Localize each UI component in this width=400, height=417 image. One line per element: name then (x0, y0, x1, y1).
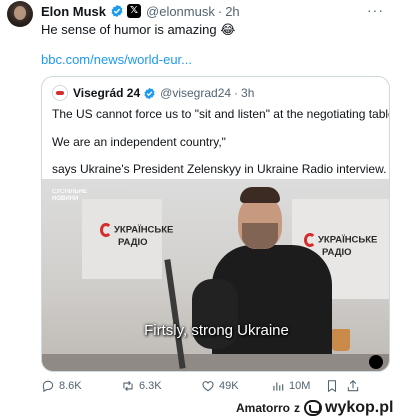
mic-arm (164, 259, 186, 369)
watermark-site: wykop.pl (325, 399, 394, 416)
radio-sign-text: УКРАЇНСЬКЕ (114, 224, 174, 236)
studio-desk (42, 354, 389, 371)
quote-author-handle[interactable]: @visegrad24 (160, 86, 231, 100)
share-icon (347, 380, 359, 392)
bookmark-button[interactable] (325, 379, 343, 393)
like-button[interactable]: 49K (201, 379, 239, 393)
tweet-header: Elon Musk 𝕏 @elonmusk · 2h (41, 2, 240, 20)
tweet: Elon Musk 𝕏 @elonmusk · 2h ··· He sense … (0, 0, 400, 417)
reply-count: 8.6K (59, 380, 82, 392)
radio-logo-icon (100, 223, 112, 237)
timestamp[interactable]: 2h (225, 4, 239, 19)
action-bar: 8.6K 6.3K 49K 10M (41, 379, 391, 395)
speaker-hair (240, 187, 280, 203)
speaker-beard (242, 223, 278, 249)
quote-timestamp[interactable]: 3h (241, 86, 254, 100)
quote-header: Visegrád 24 @visegrad24 · 3h (52, 85, 254, 101)
share-button[interactable] (346, 379, 364, 393)
quote-avatar[interactable] (52, 85, 68, 101)
bookmark-icon (327, 380, 337, 393)
channel-logo: СУСПІЛЬНЕ НОВИНИ (52, 189, 87, 203)
tweet-text: He sense of humor is amazing 😂 (41, 22, 236, 37)
like-icon (202, 381, 214, 392)
watermark-z: z (294, 401, 301, 415)
verified-badge-icon (144, 87, 155, 99)
wykop-logo-icon (304, 400, 323, 416)
tweet-link[interactable]: bbc.com/news/world-eur... (41, 52, 192, 67)
separator: · (234, 86, 239, 100)
video-player[interactable]: СУСПІЛЬНЕ НОВИНИ УКРАЇНСЬКЕ РАДІО УКРАЇН… (42, 179, 389, 371)
repost-icon (123, 380, 133, 392)
watermark-user: Amatorro (236, 401, 291, 415)
channel-logo-line: НОВИНИ (52, 196, 79, 202)
views-count: 10M (289, 380, 311, 392)
quoted-tweet[interactable]: Visegrád 24 @visegrad24 · 3h The US cann… (41, 76, 390, 372)
quote-text-line: We are an independent country," (52, 135, 226, 149)
like-count: 49K (219, 380, 239, 392)
separator: · (217, 3, 223, 19)
channel-logo-line: СУСПІЛЬНЕ (52, 189, 88, 195)
quote-text-line: says Ukraine's President Zelenskyy in Uk… (52, 162, 387, 176)
author-handle[interactable]: @elonmusk (146, 4, 215, 19)
views-icon (273, 382, 284, 391)
video-subtitle: Firtsly, strong Ukraine (144, 322, 289, 339)
author-name[interactable]: Elon Musk (41, 4, 106, 19)
radio-sign-text: РАДІО (118, 237, 148, 248)
quote-text-line: The US cannot force us to "sit and liste… (52, 107, 390, 121)
reply-icon (42, 380, 54, 393)
video-corner-icon[interactable] (369, 355, 383, 369)
repost-count: 6.3K (139, 380, 162, 392)
views-button[interactable]: 10M (271, 379, 310, 393)
repost-button[interactable]: 6.3K (121, 379, 162, 393)
quote-author-name[interactable]: Visegrád 24 (73, 86, 140, 100)
verified-badge-icon (111, 4, 123, 18)
more-icon[interactable]: ··· (367, 2, 384, 18)
reply-button[interactable]: 8.6K (41, 379, 82, 393)
radio-sign-left: УКРАЇНСЬКЕ РАДІО (100, 223, 173, 248)
author-avatar[interactable] (7, 1, 33, 27)
x-premium-icon: 𝕏 (127, 4, 142, 18)
wykop-watermark: Amatorro z wykop.pl (236, 399, 393, 417)
